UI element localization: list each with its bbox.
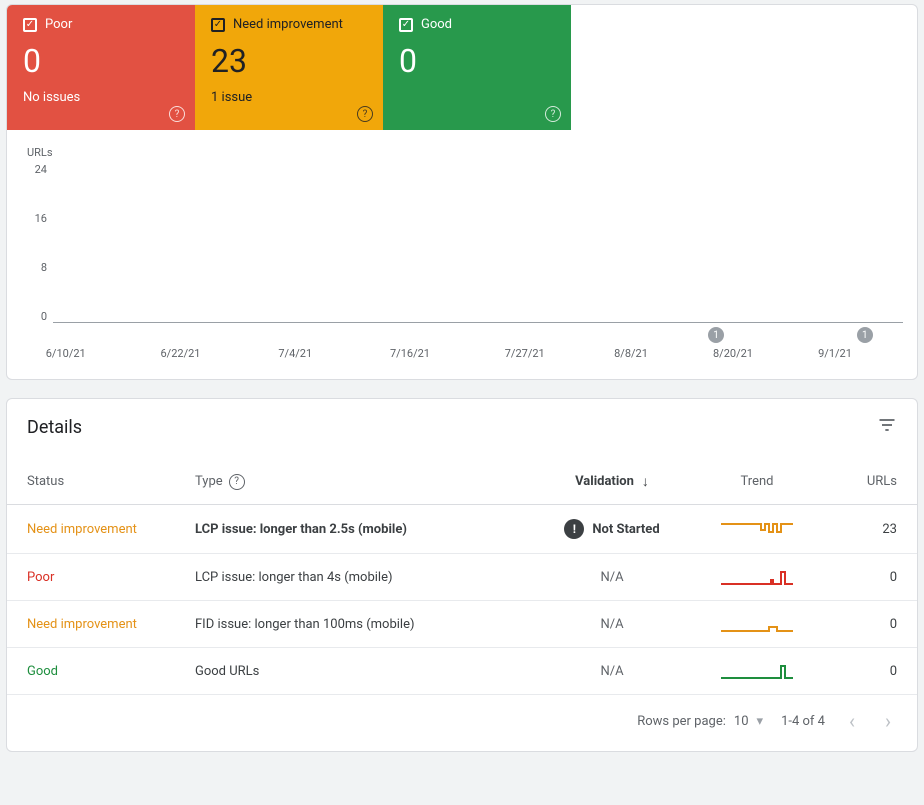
chart-yaxis: 241680 [21,163,53,323]
chart-xtick: 6/22/21 [161,347,201,360]
urls-count: 0 [817,664,897,679]
status-text: Poor [27,570,195,585]
col-trend[interactable]: Trend [697,474,817,489]
chart-ylabel: URLs [27,146,903,159]
col-urls[interactable]: URLs [817,474,897,489]
table-row[interactable]: PoorLCP issue: longer than 4s (mobile)N/… [7,554,917,601]
tile-label: Need improvement [233,17,343,32]
summary-card: Poor 0 No issues ? Need improvement 23 1… [6,4,918,380]
tile-sub: No issues [23,90,179,105]
arrow-down-icon: ↓ [642,473,649,490]
checkbox-icon[interactable] [23,18,37,32]
chart-xtick: 7/16/21 [390,347,430,360]
urls-count: 0 [817,617,897,632]
chart-xtick: 7/27/21 [505,347,545,360]
col-validation[interactable]: Validation ↓ [527,473,697,490]
exclamation-icon: ! [564,519,584,539]
pager-size[interactable]: 10 [734,714,749,729]
table-row[interactable]: Need improvementLCP issue: longer than 2… [7,505,917,554]
chart-xtick: 6/10/21 [46,347,86,360]
caret-down-icon[interactable]: ▾ [757,714,764,729]
status-text: Need improvement [27,617,195,632]
pager-prev[interactable]: ‹ [843,709,861,733]
validation-cell: N/A [527,617,697,632]
col-type[interactable]: Type ? [195,474,527,490]
checkbox-icon[interactable] [211,18,225,32]
table-header: Status Type ? Validation ↓ Trend URLs [7,445,917,505]
tile-need-improvement[interactable]: Need improvement 23 1 issue ? [195,5,383,130]
tile-poor[interactable]: Poor 0 No issues ? [7,5,195,130]
type-text: Good URLs [195,664,527,679]
trend-sparkline [697,662,817,680]
pager-range: 1-4 of 4 [781,714,825,729]
chart-bars[interactable] [53,163,903,323]
tile-good[interactable]: Good 0 ? [383,5,571,130]
tile-value: 23 [211,42,367,80]
help-icon[interactable]: ? [169,106,185,122]
chart-xtick: 8/8/21 [614,347,648,360]
status-text: Good [27,664,195,679]
details-card: Details Status Type ? Validation ↓ Trend… [6,398,918,752]
type-text: LCP issue: longer than 2.5s (mobile) [195,522,527,537]
chart-xtick: 7/4/21 [278,347,312,360]
urls-count: 23 [817,522,897,537]
trend-sparkline [697,615,817,633]
col-status[interactable]: Status [27,474,195,489]
status-text: Need improvement [27,522,195,537]
trend-sparkline [697,568,817,586]
pager-label: Rows per page: [637,714,726,729]
filter-icon[interactable] [877,415,897,439]
tile-label: Good [421,17,452,32]
chart-xaxis: 6/10/216/22/217/4/217/16/217/27/218/8/21… [53,341,903,369]
urls-count: 0 [817,570,897,585]
chart-xtick: 9/1/21 [818,347,852,360]
help-icon[interactable]: ? [357,106,373,122]
chart-xtick: 8/20/21 [713,347,753,360]
validation-cell: !Not Started [527,519,697,539]
details-title: Details [27,417,82,438]
table-row[interactable]: GoodGood URLsN/A 0 [7,648,917,694]
help-icon[interactable]: ? [545,106,561,122]
tile-sub: 1 issue [211,90,367,105]
table-row[interactable]: Need improvementFID issue: longer than 1… [7,601,917,648]
tile-row: Poor 0 No issues ? Need improvement 23 1… [7,5,917,130]
chart: URLs 241680 11 6/10/21 6/22/21 7/4/21 7/16/… [7,130,917,379]
tile-value: 0 [23,42,179,80]
chart-markers: 11 [53,323,903,341]
pager-next[interactable]: › [879,709,897,733]
checkbox-icon[interactable] [399,18,413,32]
tile-value: 0 [399,42,555,80]
type-text: FID issue: longer than 100ms (mobile) [195,617,527,632]
tile-label: Poor [45,17,72,32]
pager: Rows per page: 10 ▾ 1-4 of 4 ‹ › [7,694,917,751]
type-text: LCP issue: longer than 4s (mobile) [195,570,527,585]
help-icon[interactable]: ? [229,474,245,490]
validation-cell: N/A [527,570,697,585]
validation-cell: N/A [527,664,697,679]
trend-sparkline [697,520,817,538]
